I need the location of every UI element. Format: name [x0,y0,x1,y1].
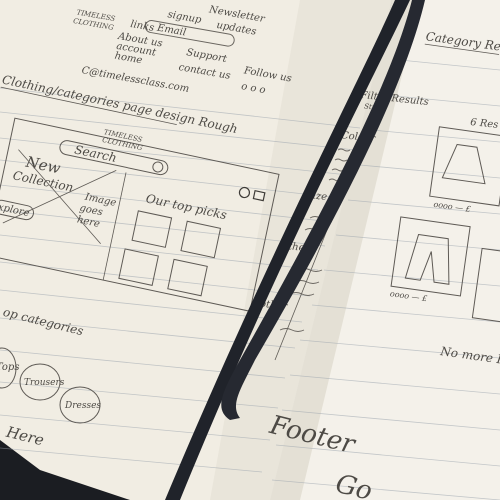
category-trousers: Trousers [24,378,65,388]
category-dresses: Dresses [64,401,101,411]
category-tops: Tops [0,362,19,373]
notebook-photo: Newsletter signup updates Email TIMELESS… [0,0,500,500]
